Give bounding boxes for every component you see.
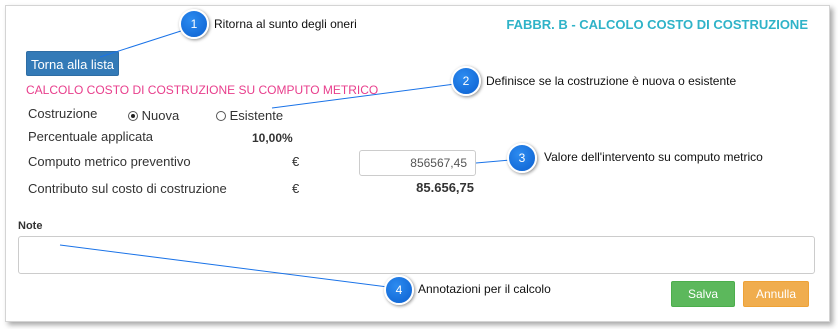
radio-nuova-indicator[interactable]: [128, 111, 138, 121]
radio-nuova[interactable]: Nuova: [128, 108, 179, 123]
computo-input[interactable]: [359, 150, 476, 176]
percentuale-value: 10,00%: [252, 131, 293, 145]
back-to-list-button[interactable]: Torna alla lista: [26, 51, 119, 76]
computo-label: Computo metrico preventivo: [28, 154, 191, 169]
radio-esistente-label: Esistente: [229, 108, 284, 123]
computo-currency: €: [292, 154, 300, 169]
callout-badge-4: 4: [384, 275, 414, 305]
radio-nuova-label: Nuova: [141, 108, 180, 123]
callout-text-2: Definisce se la costruzione è nuova o es…: [486, 74, 737, 88]
costruzione-label: Costruzione: [28, 106, 98, 121]
callout-text-1: Ritorna al sunto degli oneri: [214, 17, 357, 31]
callout-text-4: Annotazioni per il calcolo: [418, 282, 551, 296]
percentuale-label: Percentuale applicata: [28, 129, 154, 144]
callout-badge-3: 3: [507, 143, 537, 173]
section-title: CALCOLO COSTO DI COSTRUZIONE SU COMPUTO …: [26, 83, 379, 97]
radio-esistente-indicator[interactable]: [216, 111, 226, 121]
callout-text-3: Valore dell'intervento su computo metric…: [544, 150, 763, 164]
contributo-label: Contributo sul costo di costruzione: [28, 181, 227, 196]
save-button[interactable]: Salva: [671, 281, 735, 307]
note-label: Note: [18, 220, 43, 232]
callout-badge-2: 2: [451, 66, 481, 96]
radio-esistente[interactable]: Esistente: [216, 108, 283, 123]
page-title: FABBR. B - CALCOLO COSTO DI COSTRUZIONE: [506, 17, 808, 32]
note-textarea[interactable]: [18, 236, 815, 274]
contributo-value: 85.656,75: [416, 180, 474, 195]
cancel-button[interactable]: Annulla: [743, 281, 809, 307]
callout-badge-1: 1: [179, 9, 209, 39]
contributo-currency: €: [292, 181, 300, 196]
